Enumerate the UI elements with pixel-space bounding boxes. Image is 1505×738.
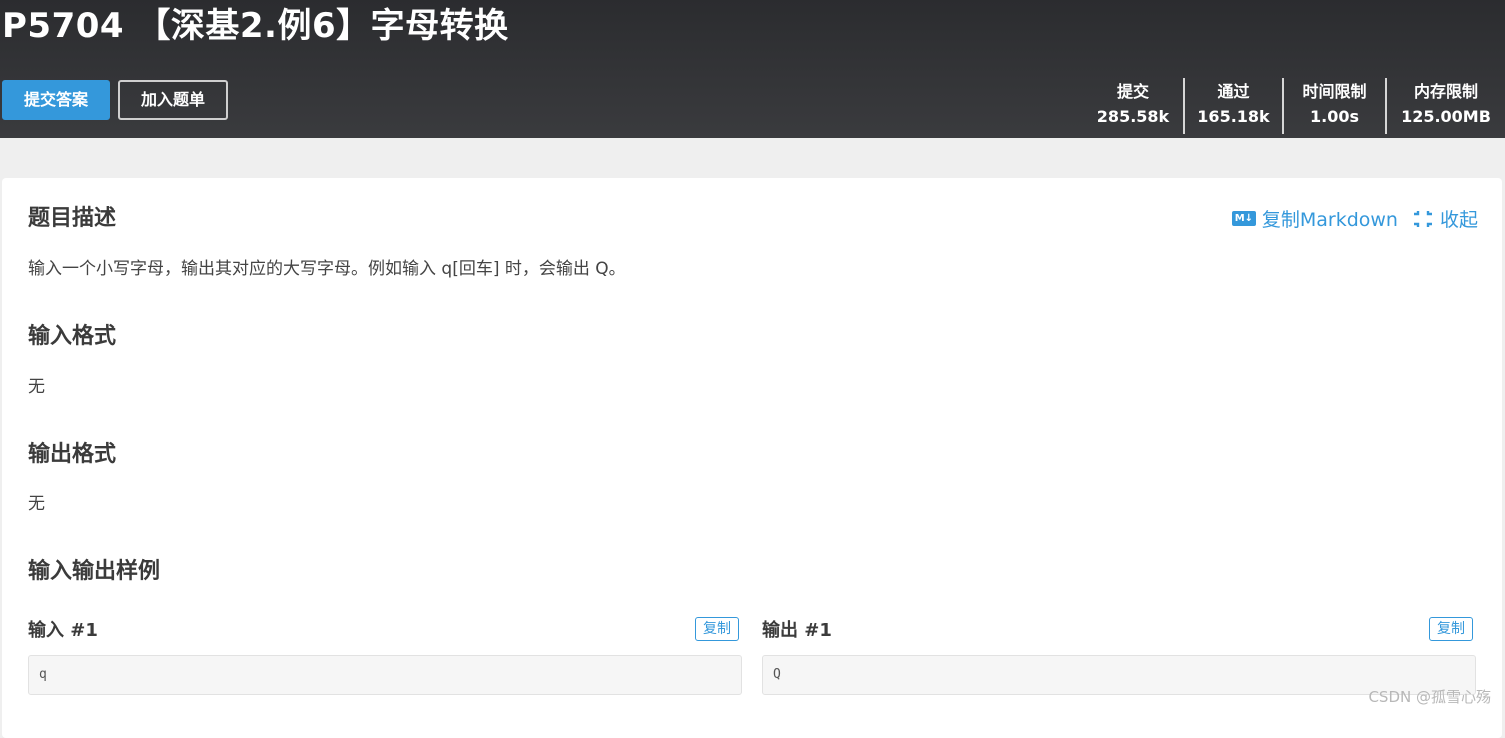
input-format-heading: 输入格式	[28, 322, 116, 352]
sample-output-label: 输出 #1	[762, 618, 832, 644]
output-format-text: 无	[28, 492, 45, 516]
copy-output-button[interactable]: 复制	[1429, 617, 1473, 641]
problem-tools: M↓ 复制Markdown 收起	[1232, 205, 1478, 232]
problem-header: P5704 【深基2.例6】字母转换 提交答案 加入题单 提交 285.58k …	[0, 0, 1505, 138]
page-title: P5704 【深基2.例6】字母转换	[2, 4, 509, 48]
stat-value: 165.18k	[1185, 104, 1282, 130]
samples-heading: 输入输出样例	[28, 557, 160, 587]
stat-label: 内存限制	[1387, 80, 1505, 104]
stat-value: 285.58k	[1083, 104, 1183, 130]
input-format-text: 无	[28, 375, 45, 399]
collapse-label: 收起	[1440, 205, 1478, 232]
stat-label: 时间限制	[1284, 80, 1385, 104]
submit-answer-button[interactable]: 提交答案	[2, 80, 110, 120]
add-to-list-button[interactable]: 加入题单	[118, 80, 228, 120]
stat-label: 提交	[1083, 80, 1183, 104]
stat-value: 1.00s	[1284, 104, 1385, 130]
sample-input-box[interactable]: q	[28, 655, 742, 695]
stat-accepted: 通过 165.18k	[1183, 78, 1282, 134]
markdown-icon: M↓	[1232, 211, 1256, 226]
watermark: CSDN @孤雪心殇	[1368, 686, 1491, 707]
stat-label: 通过	[1185, 80, 1282, 104]
collapse-button[interactable]: 收起	[1412, 205, 1478, 232]
copy-markdown-button[interactable]: M↓ 复制Markdown	[1232, 205, 1398, 232]
stat-memory-limit: 内存限制 125.00MB	[1385, 78, 1505, 134]
problem-stats: 提交 285.58k 通过 165.18k 时间限制 1.00s 内存限制 12…	[1083, 78, 1505, 134]
stat-value: 125.00MB	[1387, 104, 1505, 130]
copy-input-button[interactable]: 复制	[695, 617, 739, 641]
sample-input-label: 输入 #1	[28, 618, 98, 644]
stat-time-limit: 时间限制 1.00s	[1282, 78, 1385, 134]
output-format-heading: 输出格式	[28, 440, 116, 470]
stat-submissions: 提交 285.58k	[1083, 78, 1183, 134]
description-heading: 题目描述	[28, 204, 116, 234]
description-text: 输入一个小写字母，输出其对应的大写字母。例如输入 q[回车] 时，会输出 Q。	[28, 257, 626, 281]
collapse-icon	[1412, 210, 1434, 228]
copy-markdown-label: 复制Markdown	[1262, 205, 1398, 232]
problem-card: M↓ 复制Markdown 收起 题目描述 输入一个小写字母，输出其对应的大写字…	[2, 178, 1502, 738]
